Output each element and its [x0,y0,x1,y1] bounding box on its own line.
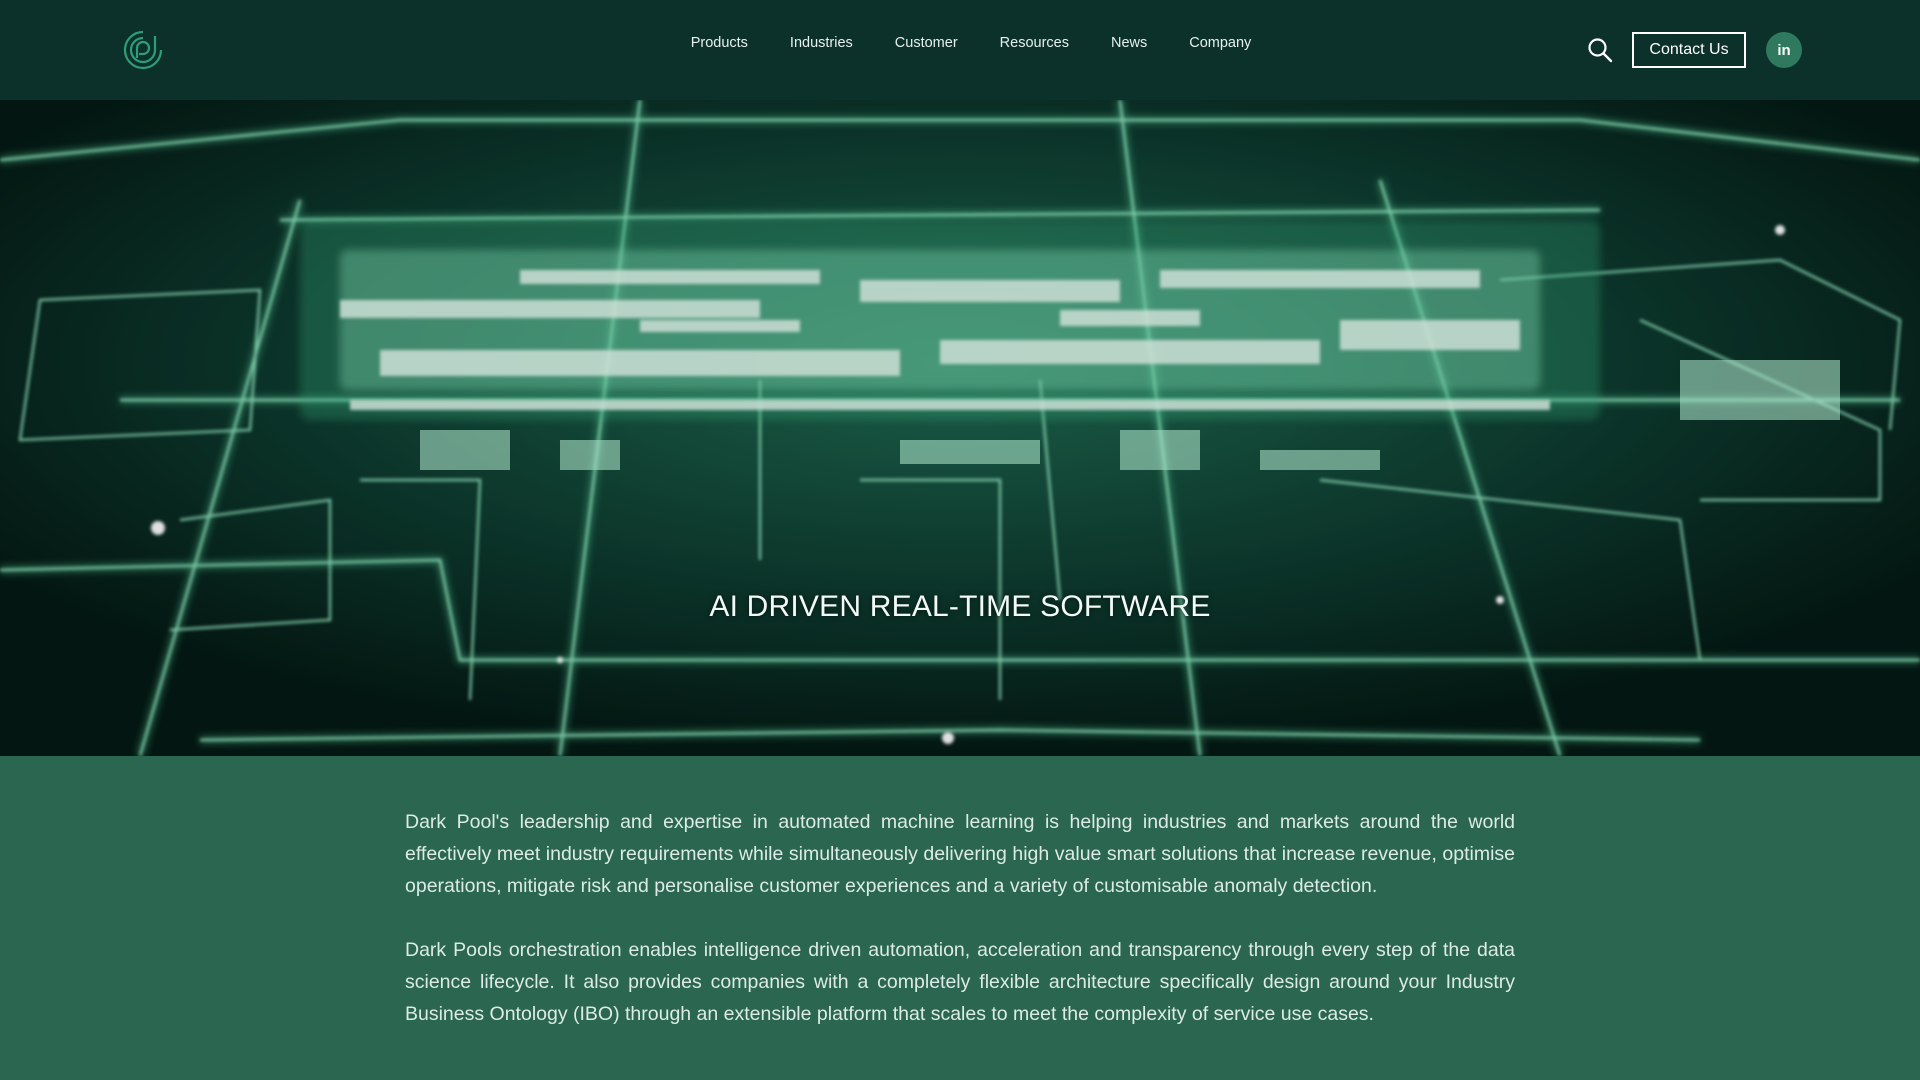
nav-item-products[interactable]: Products [670,35,769,51]
site-header: Products Industries Customer Resources N… [0,0,1920,100]
search-icon[interactable] [1587,37,1613,63]
intro-section: Dark Pool's leadership and expertise in … [405,806,1515,1062]
linkedin-icon-label: in [1777,41,1791,59]
nav-item-resources[interactable]: Resources [979,35,1090,51]
nav-item-company[interactable]: Company [1168,35,1272,51]
nav-item-industries[interactable]: Industries [769,35,874,51]
hero-banner: AI DRIVEN REAL-TIME SOFTWARE [0,100,1920,756]
intro-paragraph-1: Dark Pool's leadership and expertise in … [405,811,1515,897]
hero-title: AI DRIVEN REAL-TIME SOFTWARE [709,590,1211,623]
contact-us-button[interactable]: Contact Us [1632,32,1746,68]
linkedin-icon[interactable]: in [1766,32,1802,68]
intro-paragraph-2: Dark Pools orchestration enables intelli… [405,939,1515,1025]
glowing-circuit-board-image [0,100,1920,756]
nav-item-customer[interactable]: Customer [874,35,979,51]
nav-item-news[interactable]: News [1090,35,1168,51]
